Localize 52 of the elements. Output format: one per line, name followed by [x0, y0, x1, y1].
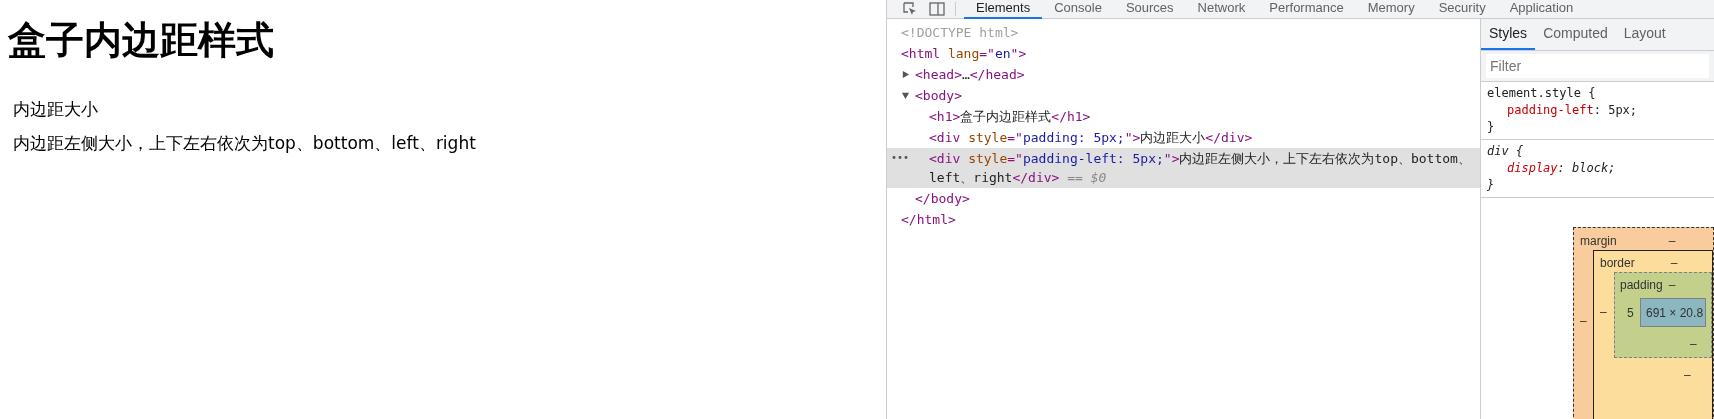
panel-tab[interactable]: Security [1426, 0, 1498, 19]
padding-bottom-value: – [1690, 336, 1698, 353]
dom-line-text: <div style="padding: 5px;">内边距大小</div> [929, 129, 1253, 147]
styles-tab[interactable]: Computed [1535, 19, 1616, 50]
border-left-value: – [1600, 304, 1608, 321]
dom-node[interactable]: <body> [887, 85, 1480, 106]
row-menu-icon[interactable]: ••• [891, 148, 910, 167]
dom-line-text: </html> [901, 211, 956, 229]
paragraph: 内边距大小 [12, 98, 99, 121]
inspect-icon[interactable] [903, 2, 917, 16]
dom-line-text: <!DOCTYPE html> [901, 24, 1019, 42]
dom-node[interactable]: <h1>盒子内边距样式</h1> [887, 106, 1480, 127]
panel-tab[interactable]: Application [1497, 0, 1586, 19]
content-box: 691 × 20.8 [1640, 298, 1707, 327]
style-declaration[interactable]: padding-left: 5px; [1487, 102, 1708, 119]
padding-left-value: 5 [1626, 304, 1635, 322]
rule-selector: div { [1487, 143, 1525, 160]
panel-tab[interactable]: Network [1185, 0, 1258, 19]
panel-tab[interactable]: Sources [1113, 0, 1186, 19]
dom-node[interactable]: <head>…</head> [887, 64, 1480, 85]
filter-field[interactable]: Filter [1486, 54, 1709, 78]
dom-line-text: <html lang="en"> [901, 45, 1027, 63]
border-label: border [1600, 255, 1635, 272]
panel-tab[interactable]: Console [1042, 0, 1114, 19]
margin-label: margin [1580, 233, 1617, 250]
padding-label: padding [1620, 277, 1663, 294]
margin-top-value: – [1668, 233, 1676, 250]
dom-line-text: <head>…</head> [915, 66, 1025, 84]
collapsed-arrow-icon[interactable] [901, 70, 910, 79]
panel-tab[interactable]: Memory [1355, 0, 1427, 19]
rule-brace: } [1487, 177, 1496, 194]
dom-node[interactable]: <html lang="en"> [887, 43, 1480, 64]
style-declaration[interactable]: display: block; [1487, 160, 1708, 177]
rule-brace: } [1487, 119, 1496, 136]
styles-tab[interactable]: Layout [1615, 19, 1674, 50]
panel-tab[interactable]: Performance [1257, 0, 1356, 19]
dom-line-text: <div style="padding-left: 5px;">内边距左侧大小，上下左右依次为top、bottom、left、right</div> == $0 [929, 150, 1472, 187]
border-top-value: – [1670, 255, 1678, 272]
paragraph: 内边距左侧大小，上下左右依次为top、bottom、left、right [12, 132, 477, 155]
padding-top-value: – [1668, 277, 1676, 294]
dom-node[interactable]: ••• <div style="padding-left: 5px;">内边距左侧大小，上下左右依次为top、bottom、left、right</div> == $0 [887, 148, 1480, 188]
border-bottom-value: – [1684, 367, 1692, 384]
page-heading: 盒子内边距样式 [8, 17, 275, 64]
expanded-arrow-icon[interactable] [901, 91, 910, 100]
panel-tab[interactable]: Elements [964, 0, 1043, 19]
dom-line-text: <body> [915, 87, 962, 105]
margin-left-value: – [1580, 313, 1588, 330]
device-icon[interactable] [929, 2, 945, 16]
dom-line-text: <h1>盒子内边距样式</h1> [929, 108, 1091, 126]
dom-line-text: </body> [915, 190, 970, 208]
dom-node[interactable]: <div style="padding: 5px;">内边距大小</div> [887, 127, 1480, 148]
rule-selector: element.style { [1487, 85, 1597, 102]
